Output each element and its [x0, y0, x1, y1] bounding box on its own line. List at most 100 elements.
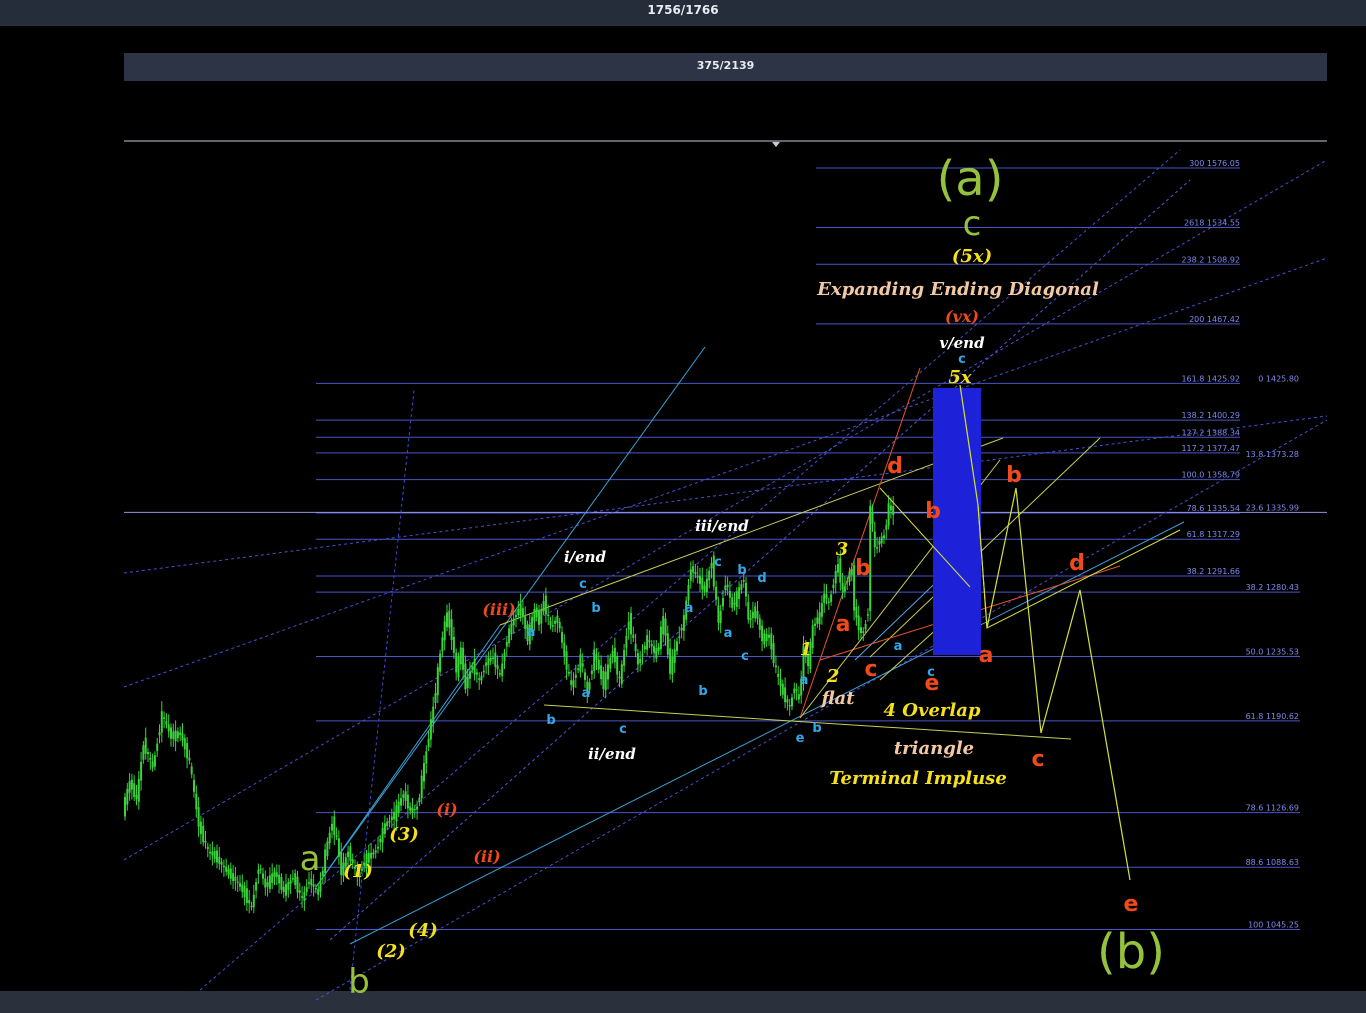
candle-body [494, 652, 497, 667]
candle-body [455, 652, 458, 673]
candle-body [701, 577, 704, 590]
candle-body [340, 852, 343, 876]
candle-body [878, 540, 881, 545]
candle-body [259, 868, 262, 871]
candle-body [333, 816, 336, 836]
candle-body [761, 625, 764, 642]
wave-label: b [698, 684, 707, 699]
candle-body [643, 645, 646, 650]
candle-body [294, 873, 297, 886]
dashed-channel-line [315, 419, 1328, 1001]
candle-body [160, 711, 163, 733]
candle-body [142, 745, 145, 760]
candle-body [634, 643, 637, 652]
candle-body [724, 585, 727, 590]
candle-body [487, 657, 490, 665]
candle-body [521, 608, 524, 617]
retrace-level-label: 23.6 1335.99 [1246, 503, 1299, 512]
candle-body [758, 618, 761, 630]
wave-label: c [619, 722, 627, 737]
candle-body [239, 883, 241, 887]
candle-body [441, 637, 444, 652]
candle-body [611, 650, 614, 658]
candle-body [705, 578, 708, 593]
wave-label: (iii) [482, 600, 515, 619]
candle-body [446, 612, 448, 628]
retrace-level-label: 13.8 1373.28 [1246, 450, 1299, 459]
candle-body [489, 657, 492, 662]
candle-body [423, 763, 425, 782]
candle-body [188, 757, 191, 761]
candle-body [830, 594, 833, 602]
candle-body [797, 694, 800, 700]
wave-label: a [685, 601, 694, 616]
wave-label: b [348, 962, 370, 1002]
candle-body [172, 731, 175, 739]
candle-body [579, 654, 582, 672]
wave-label: b [591, 601, 600, 616]
candle-body [682, 615, 685, 631]
candle-body [216, 850, 218, 863]
candle-body [839, 558, 842, 583]
candle-body [393, 811, 396, 820]
candle-body [664, 618, 667, 636]
candle-body [749, 617, 752, 621]
candle-body [335, 835, 338, 837]
candle-body [864, 623, 867, 630]
candle-body [655, 648, 658, 659]
candle-body [871, 512, 874, 524]
candle-body [648, 640, 651, 643]
candle-body [823, 593, 826, 604]
candle-body [519, 603, 522, 616]
candle-body [137, 778, 140, 802]
candle-body [285, 884, 287, 896]
candle-body [372, 852, 375, 855]
candle-body [602, 670, 605, 689]
candle-body [232, 873, 235, 882]
wave-label: 5x [948, 367, 972, 388]
candle-body [413, 808, 416, 811]
candle-body [133, 783, 136, 797]
wave-label: c [579, 577, 587, 592]
candle-body [639, 658, 642, 664]
candle-body [144, 737, 147, 754]
candle-body [577, 668, 580, 670]
candle-body [167, 724, 170, 732]
candle-body [183, 738, 186, 750]
candle-body [273, 871, 276, 878]
candle-body [692, 566, 695, 573]
candle-body [331, 823, 333, 831]
candle-body [512, 618, 515, 626]
wave-labels-group: (a)c(5x)Expanding Ending Diagonal(vx)v/e… [300, 151, 1165, 1002]
candle-body [406, 794, 409, 809]
candle-body [245, 888, 248, 904]
candle-body [324, 849, 327, 873]
candle-body [671, 657, 674, 675]
candle-body [420, 775, 423, 799]
wave-label: 4 Overlap [884, 700, 981, 721]
candle-body [482, 670, 485, 673]
candle-body [848, 571, 851, 582]
candle-body [462, 647, 465, 670]
candle-body [772, 643, 775, 664]
candle-body [317, 889, 320, 895]
candle-body [508, 628, 511, 644]
candle-body [418, 797, 421, 803]
retrace-level-label: 50.0 1235.53 [1246, 647, 1299, 656]
candle-body [558, 621, 561, 629]
candle-body [377, 847, 379, 849]
candle-body [876, 547, 879, 549]
candle-body [590, 670, 593, 674]
candle-body [791, 697, 793, 707]
candle-body [195, 793, 198, 810]
candle-body [209, 851, 212, 854]
candle-body [570, 680, 573, 685]
fib-levels-group: 300 1576.05 2618 1534.55 238.2 1508.92 200 … [316, 159, 1240, 577]
candle-body [604, 671, 607, 691]
candle-body [301, 896, 304, 898]
candle-body [715, 586, 718, 600]
candle-body [370, 852, 373, 859]
candle-body [128, 781, 131, 793]
candle-body [618, 676, 621, 679]
fib-level-label: 117.2 1377.47 [1181, 444, 1240, 453]
